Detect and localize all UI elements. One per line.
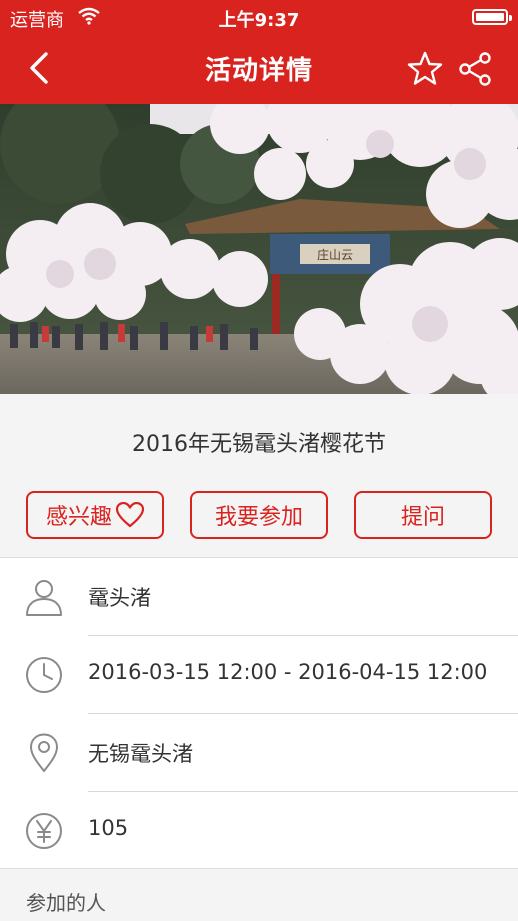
heart-icon: [116, 502, 144, 528]
header: 运营商 上午9:37 活动详情: [0, 0, 518, 104]
star-icon[interactable]: [406, 50, 444, 88]
status-bar: 运营商 上午9:37: [0, 0, 518, 34]
user-icon: [26, 580, 62, 616]
location-row: 无锡鼋头渚: [0, 714, 518, 792]
interested-button[interactable]: 感兴趣: [26, 491, 164, 539]
yen-icon: [26, 813, 62, 849]
join-button[interactable]: 我要参加: [190, 491, 328, 539]
nav-bar: 活动详情: [0, 34, 518, 104]
time-range-text: 2016-03-15 12:00 - 2016-04-15 12:00: [88, 660, 488, 684]
location-text: 无锡鼋头渚: [88, 742, 193, 766]
participants-section: 参加的人: [0, 868, 518, 921]
price-row: 105: [0, 792, 518, 870]
clock-icon: [26, 657, 62, 693]
details-list: 鼋头渚 2016-03-15 12:00 - 2016-04-15 12:00 …: [0, 557, 518, 869]
ask-button[interactable]: 提问: [354, 491, 492, 539]
status-time: 上午9:37: [218, 10, 300, 31]
interested-label: 感兴趣: [45, 505, 112, 530]
price-text: 105: [88, 816, 129, 840]
location-pin-icon: [30, 733, 58, 772]
battery-icon: [472, 9, 512, 25]
participants-label: 参加的人: [26, 891, 106, 915]
event-photo: 庄山云: [0, 104, 518, 394]
organizer-row: 鼋头渚: [0, 558, 518, 636]
time-row: 2016-03-15 12:00 - 2016-04-15 12:00: [0, 636, 518, 714]
svg-text:庄山云: 庄山云: [317, 247, 353, 262]
organizer-text: 鼋头渚: [88, 586, 151, 610]
ask-label: 提问: [400, 505, 445, 530]
event-title: 2016年无锡鼋头渚樱花节: [132, 432, 386, 457]
share-icon[interactable]: [457, 50, 493, 88]
join-label: 我要参加: [214, 505, 303, 530]
